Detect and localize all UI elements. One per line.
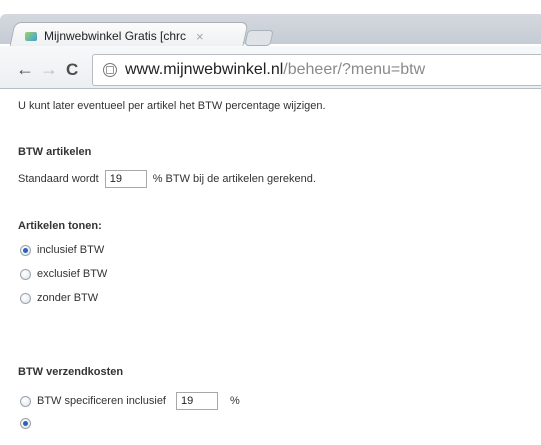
radio-exclusief-btw[interactable]: exclusief BTW	[20, 268, 107, 280]
radio-btw-specificeren[interactable]: BTW specificeren inclusief %	[20, 392, 240, 410]
btw-prefix-label: Standaard wordt	[18, 173, 99, 185]
favicon-icon	[24, 29, 38, 43]
url-path: /beheer/?menu=btw	[283, 61, 426, 78]
back-button[interactable]: ←	[16, 60, 34, 78]
radio-label: inclusief BTW	[37, 244, 105, 256]
tab-content[interactable]: Mijnwebwinkel Gratis [chrc ×	[24, 26, 238, 46]
radio-label: zonder BTW	[37, 292, 99, 304]
radio-button[interactable]	[20, 395, 31, 407]
close-tab-icon[interactable]: ×	[196, 29, 204, 44]
url-host: www.mijnwebwinkel.nl	[125, 61, 284, 78]
btw-artikelen-row: Standaard wordt % BTW bij de artikelen g…	[18, 170, 316, 188]
url-text[interactable]: www.mijnwebwinkel.nl/beheer/?menu=btw	[125, 61, 425, 79]
radio-label: BTW specificeren inclusief	[37, 395, 166, 407]
intro-text: U kunt later eventueel per artikel het B…	[18, 100, 326, 112]
tab-title: Mijnwebwinkel Gratis [chrc	[44, 29, 187, 43]
radio-button[interactable]	[20, 292, 31, 304]
address-bar[interactable]: www.mijnwebwinkel.nl/beheer/?menu=btw	[92, 54, 541, 86]
forward-button[interactable]: →	[40, 60, 58, 78]
reload-button[interactable]: C	[66, 61, 78, 79]
artikelen-tonen-heading: Artikelen tonen:	[18, 220, 102, 232]
verzend-suffix-label: %	[230, 395, 240, 407]
btw-verzendkosten-heading: BTW verzendkosten	[18, 366, 124, 378]
page-content: U kunt later eventueel per artikel het B…	[0, 88, 541, 445]
radio-button-checked[interactable]	[20, 244, 31, 256]
btw-artikelen-heading: BTW artikelen	[18, 146, 92, 158]
btw-suffix-label: % BTW bij de artikelen gerekend.	[152, 173, 316, 185]
verzend-btw-input[interactable]	[176, 392, 218, 410]
radio-inclusief-btw[interactable]: inclusief BTW	[20, 244, 104, 256]
radio-partial-cutoff[interactable]	[20, 418, 31, 429]
radio-label: exclusief BTW	[37, 268, 108, 280]
page-info-icon[interactable]	[103, 63, 117, 77]
radio-zonder-btw[interactable]: zonder BTW	[20, 292, 98, 304]
radio-button[interactable]	[20, 268, 31, 280]
btw-percentage-input[interactable]	[104, 170, 147, 188]
radio-button-checked[interactable]	[20, 418, 31, 429]
new-tab-button[interactable]	[244, 30, 274, 46]
